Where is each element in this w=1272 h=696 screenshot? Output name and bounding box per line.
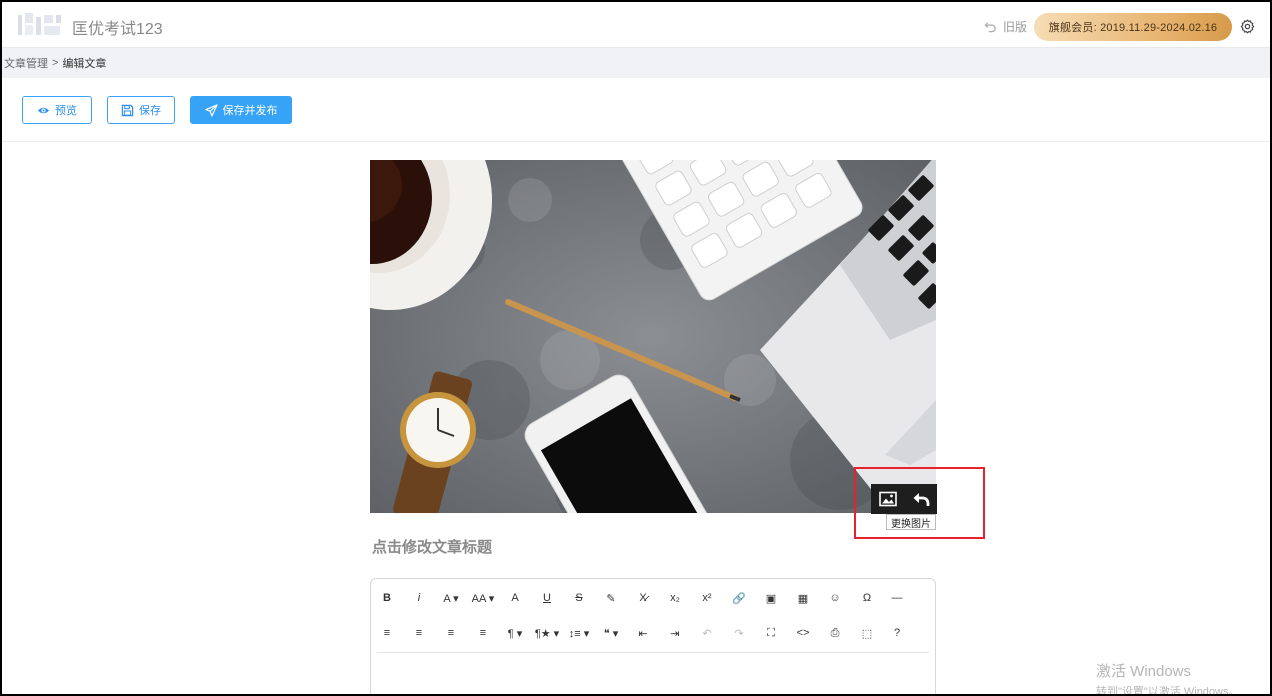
editor-bg-color-button[interactable]: A [501, 584, 529, 612]
site-logo[interactable] [16, 11, 64, 39]
editor-line-height-button[interactable]: ↕≡ ▾ [565, 619, 593, 647]
editor-superscript-button[interactable]: x² [693, 584, 721, 612]
editor-paragraph-style-button[interactable]: ¶★ ▾ [533, 619, 561, 647]
watermark-line-1: 激活 Windows [1096, 663, 1192, 680]
editor-redo-button[interactable]: ↷ [725, 619, 753, 647]
old-version-label: 旧版 [1003, 20, 1028, 34]
breadcrumb-article-management[interactable]: 文章管理 [4, 55, 48, 71]
desk-photo [370, 160, 936, 513]
editor-fullscreen-button[interactable]: ⛶ [757, 619, 785, 647]
undo-arrow-icon [984, 22, 996, 33]
floppy-disk-icon [121, 104, 134, 116]
editor-font-size-button[interactable]: AA ▾ [469, 584, 497, 612]
editor-align-justify-button[interactable]: ≡ [469, 619, 497, 647]
gear-icon[interactable] [1240, 19, 1255, 34]
cover-image[interactable] [370, 160, 936, 513]
editor-horizontal-rule-button[interactable]: — [883, 584, 911, 612]
highlight-annotation-box [854, 467, 985, 539]
editor-toolbar-row-2: ≡ ≡ ≡ ≡ ¶ ▾ ¶★ ▾ ↕≡ ▾ ❝ ▾ ⇤ ⇥ ↶ ↷ ⛶ <> ⎙ ⬚? [371, 619, 935, 651]
editor-strikethrough-button[interactable]: S [565, 584, 593, 612]
editor-image-button[interactable]: ▣ [757, 584, 785, 612]
top-header: 匡优考试123 旧版 旗舰会员: 2019.11.29-2024.02.16 [2, 2, 1270, 48]
save-button[interactable]: 保存 [107, 96, 175, 124]
editor-italic-button[interactable]: i [405, 584, 433, 612]
editor-select-all-button[interactable]: ⬚ [853, 619, 881, 647]
editor-paragraph-button[interactable]: ¶ ▾ [501, 619, 529, 647]
editor-subscript-button[interactable]: x₂ [661, 584, 689, 612]
editor-font-color-button[interactable]: A ▾ [437, 584, 465, 612]
watermark-line-2: 转到"设置"以激活 Windows。 [1096, 686, 1240, 696]
rich-text-editor: BiA ▾ AA ▾ A U S ✎ X̷ x₂ x² 🔗 ▣ ▦ ☺ Ω — ≡ ≡ ≡ ≡ ¶ ▾ ¶★ ▾ ↕≡ … [370, 578, 936, 696]
breadcrumb: 文章管理 > 编辑文章 [2, 48, 1270, 78]
editor-undo-button[interactable]: ↶ [693, 619, 721, 647]
preview-label: 预览 [55, 105, 77, 117]
editor-align-left-button[interactable]: ≡ [373, 619, 401, 647]
editor-clear-format-button[interactable]: X̷ [629, 584, 657, 612]
editor-toolbar-row-1: BiA ▾ AA ▾ A U S ✎ X̷ x₂ x² 🔗 ▣ ▦ ☺ Ω — [371, 584, 935, 616]
site-title: 匡优考试123 [72, 21, 163, 38]
editor-code-view-button[interactable]: <> [789, 619, 817, 647]
editor-table-button[interactable]: ▦ [789, 584, 817, 612]
windows-activation-watermark: 激活 Windows 转到"设置"以激活 Windows。 [1096, 660, 1240, 696]
editor-outdent-button[interactable]: ⇤ [629, 619, 657, 647]
editor-highlight-button[interactable]: ✎ [597, 584, 625, 612]
editor-align-right-button[interactable]: ≡ [437, 619, 465, 647]
editor-bold-button[interactable]: B [373, 584, 401, 612]
editor-link-button[interactable]: 🔗 [725, 584, 753, 612]
article-title-input[interactable]: 点击修改文章标题 [372, 536, 492, 557]
breadcrumb-current: 编辑文章 [62, 58, 107, 70]
breadcrumb-separator: > [52, 57, 59, 69]
editor-print-button[interactable]: ⎙ [821, 619, 849, 647]
editor-special-char-button[interactable]: Ω [853, 584, 881, 612]
eye-icon [37, 107, 50, 113]
editor-indent-button[interactable]: ⇥ [661, 619, 689, 647]
member-badge[interactable]: 旗舰会员: 2019.11.29-2024.02.16 [1034, 13, 1232, 41]
save-and-publish-label: 保存并发布 [222, 105, 278, 117]
old-version-link[interactable]: 旧版 [984, 18, 1027, 35]
editor-emoji-button[interactable]: ☺ [821, 584, 849, 612]
editor-divider [377, 652, 929, 653]
save-and-publish-button[interactable]: 保存并发布 [190, 96, 292, 124]
editor-underline-button[interactable]: U [533, 584, 561, 612]
save-label: 保存 [139, 105, 161, 117]
editor-help-button[interactable]: ? [883, 619, 911, 647]
action-toolbar: 预览 保存 保存并发布 [2, 78, 1270, 142]
editor-align-center-button[interactable]: ≡ [405, 619, 433, 647]
preview-button[interactable]: 预览 [22, 96, 92, 124]
editor-quote-button[interactable]: ❝ ▾ [597, 619, 625, 647]
paper-plane-icon [204, 103, 218, 116]
